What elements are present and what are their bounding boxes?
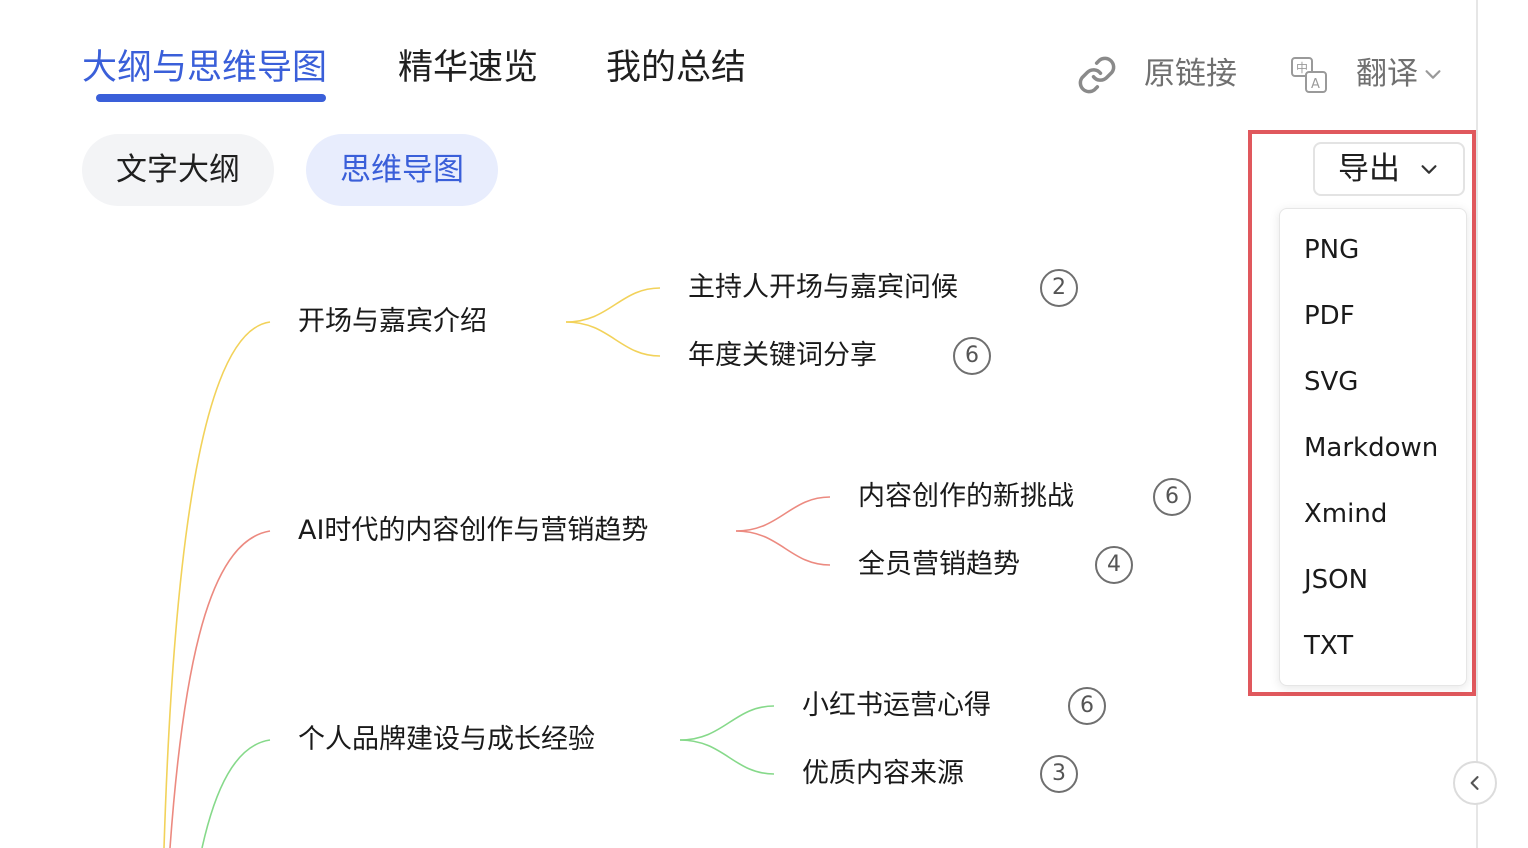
chevron-left-icon: [1470, 776, 1479, 790]
branch2-connector-a: [735, 496, 831, 532]
chevron-down-icon: [1421, 165, 1437, 174]
panel-divider: [1476, 0, 1478, 848]
chevron-down-icon: [1425, 70, 1441, 79]
translate-label: 翻译: [1356, 56, 1418, 92]
export-option-txt[interactable]: TXT: [1304, 626, 1353, 666]
export-option-json[interactable]: JSON: [1304, 560, 1368, 600]
export-option-pdf[interactable]: PDF: [1304, 296, 1355, 336]
mindmap-child-node[interactable]: 年度关键词分享: [688, 337, 877, 375]
branch1-connector-a: [565, 287, 661, 323]
export-option-markdown[interactable]: Markdown: [1304, 428, 1438, 468]
count-badge: 2: [1040, 269, 1078, 307]
root-connector-2: [169, 530, 271, 848]
mindmap-child-node[interactable]: 主持人开场与嘉宾问候: [688, 269, 958, 307]
export-button[interactable]: 导出: [1313, 142, 1465, 196]
mindmap-child-node[interactable]: 内容创作的新挑战: [858, 478, 1074, 516]
translate-icon[interactable]: 中 A: [1288, 54, 1330, 96]
mindmap-child-node[interactable]: 小红书运营心得: [802, 687, 991, 725]
mindmap-connectors: [163, 287, 831, 848]
count-badge: 6: [1068, 687, 1106, 725]
mindmap-child-node[interactable]: 全员营销趋势: [858, 546, 1020, 584]
export-option-xmind[interactable]: Xmind: [1304, 494, 1387, 534]
count-badge: 6: [1153, 478, 1191, 516]
mindmap-branch-node[interactable]: AI时代的内容创作与营销趋势: [298, 512, 648, 550]
count-badge: 6: [953, 337, 991, 375]
export-option-svg[interactable]: SVG: [1304, 362, 1358, 402]
branch3-connector-a: [679, 705, 775, 741]
count-badge: 3: [1040, 755, 1078, 793]
svg-text:中: 中: [1296, 60, 1308, 75]
branch3-connector-b: [679, 739, 775, 775]
export-option-png[interactable]: PNG: [1304, 230, 1359, 270]
count-badge: 4: [1095, 546, 1133, 584]
mindmap-child-node[interactable]: 优质内容来源: [802, 755, 964, 793]
export-label: 导出: [1338, 151, 1400, 187]
branch2-connector-b: [735, 530, 831, 566]
branch1-connector-b: [565, 321, 661, 357]
mindmap-branch-node[interactable]: 个人品牌建设与成长经验: [298, 721, 595, 759]
root-connector-3: [201, 739, 271, 848]
collapse-panel-button[interactable]: [1453, 761, 1497, 805]
svg-text:A: A: [1311, 77, 1320, 92]
root-connector-1: [163, 321, 271, 848]
mindmap-branch-node[interactable]: 开场与嘉宾介绍: [298, 303, 487, 341]
translate-button[interactable]: 翻译: [1356, 50, 1444, 98]
export-dropdown-menu: PNG PDF SVG Markdown Xmind JSON TXT: [1279, 208, 1467, 686]
